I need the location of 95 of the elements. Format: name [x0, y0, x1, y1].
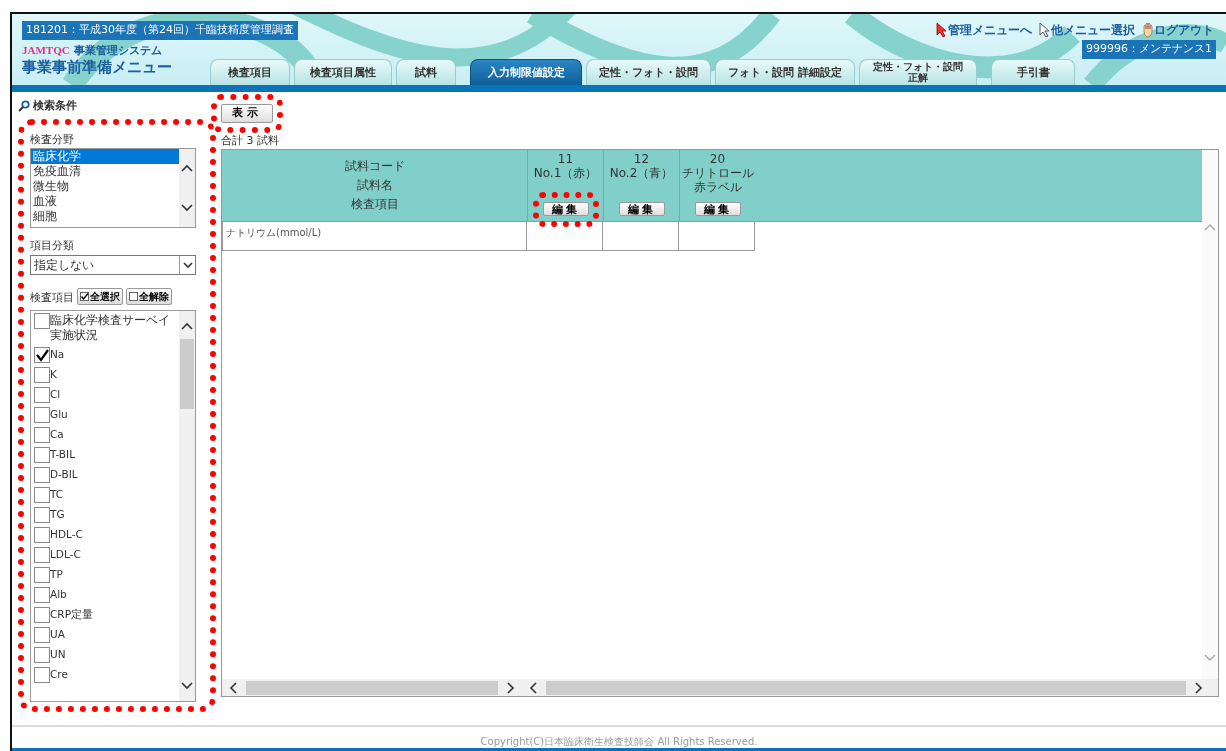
sample-name: チリトロール: [681, 166, 754, 181]
hand-icon: [1141, 22, 1154, 38]
checkbox[interactable]: [34, 567, 50, 583]
cursor-icon: [935, 22, 948, 38]
checkbox-label: TP: [50, 567, 63, 583]
edit-button[interactable]: 編集: [618, 202, 665, 217]
checkbox-label: LDL-C: [50, 547, 81, 563]
checkbox-label: K: [50, 367, 57, 383]
tab[interactable]: 定性・フォト・設問: [586, 59, 711, 85]
checkbox[interactable]: [34, 447, 50, 463]
field-label: 検査項目: [30, 289, 74, 306]
checkbox-label: Alb: [50, 587, 67, 603]
tab[interactable]: 手引書: [991, 59, 1075, 85]
checkbox-label: Ca: [50, 427, 64, 443]
brand-name: JAMTQC: [22, 44, 70, 56]
checkbox[interactable]: [34, 387, 50, 403]
sample-code: 20: [709, 153, 726, 167]
search-icon: [18, 100, 30, 113]
column-label: 試料コード: [343, 157, 406, 175]
copyright-text: Copyright(C)日本臨床衛生検査技師会 All Rights Reserved.: [480, 735, 758, 749]
checkbox-label: Cl: [50, 387, 61, 403]
checkbox-label: UA: [50, 627, 65, 643]
checkbox[interactable]: [34, 547, 50, 563]
scrollbar-thumb[interactable]: [546, 680, 1186, 695]
checkbox[interactable]: [34, 607, 50, 623]
section-title: 検索条件: [33, 98, 77, 114]
sample-name: No.2（青）: [609, 166, 674, 181]
checkbox-label: HDL-C: [50, 527, 83, 543]
menu-link[interactable]: 管理メニューへ: [935, 21, 1032, 39]
highlight-outline: [532, 192, 599, 227]
sample-code: 11: [557, 153, 574, 167]
clear-all-button[interactable]: 全解除: [125, 287, 172, 305]
edit-button[interactable]: 編集: [542, 202, 589, 217]
checkbox-label: Glu: [50, 407, 68, 423]
checkbox-label: UN: [50, 647, 66, 663]
checkbox[interactable]: [34, 487, 50, 503]
checkbox-label: CRP定量: [50, 607, 93, 623]
field-list[interactable]: 臨床化学 免疫血清 微生物 血液 細胞: [30, 148, 196, 228]
checkbox[interactable]: [34, 507, 50, 523]
sample-code: 12: [633, 153, 650, 167]
survey-title: 181201：平成30年度（第24回）千臨技精度管理調査: [22, 21, 298, 40]
table-cell: ナトリウム(mmol/L): [222, 222, 527, 251]
check-icon: [35, 348, 49, 362]
table-cell[interactable]: [527, 222, 603, 251]
list-option[interactable]: 臨床化学: [31, 149, 179, 164]
checkbox[interactable]: [34, 467, 50, 483]
tab[interactable]: 入力制限値設定: [470, 59, 582, 85]
scrollbar-thumb[interactable]: [180, 339, 194, 409]
sample-name: 赤ラベル: [693, 180, 742, 195]
column-label: 試料名: [355, 176, 394, 194]
tab[interactable]: 検査項目: [210, 59, 290, 85]
table-cell[interactable]: [679, 222, 755, 251]
checkbox[interactable]: [34, 587, 50, 603]
tab[interactable]: 定性・フォト・設問 正解: [859, 59, 977, 85]
cursor-icon: [1038, 22, 1051, 38]
sample-name: No.1（赤）: [533, 166, 598, 181]
menu-link[interactable]: 他メニュー選択: [1038, 21, 1135, 39]
system-name: 事業管理システム: [73, 44, 162, 57]
category-select[interactable]: 指定しない: [30, 254, 196, 275]
checkbox-checked-icon: [79, 291, 89, 301]
list-option[interactable]: 微生物: [31, 179, 179, 194]
checkbox[interactable]: [34, 407, 50, 423]
edit-button[interactable]: 編集: [694, 202, 741, 217]
checkbox[interactable]: [34, 527, 50, 543]
checkbox-label: Na: [50, 347, 65, 363]
select-all-button[interactable]: 全選択: [76, 287, 123, 305]
checkbox-label: TC: [50, 487, 64, 503]
field-label: 検査分野: [30, 131, 75, 148]
tab[interactable]: 試料: [396, 59, 456, 85]
checkbox-label: TG: [50, 507, 65, 523]
list-option[interactable]: 免疫血清: [31, 164, 179, 179]
highlight-outline: [211, 94, 283, 133]
checkbox-label: Cre: [50, 667, 68, 683]
total-count: 合計 3 試料: [221, 132, 280, 149]
checkbox[interactable]: [34, 367, 50, 383]
checkbox-label: D-BIL: [50, 467, 78, 483]
table-cell[interactable]: [603, 222, 679, 251]
checkbox[interactable]: [34, 647, 50, 663]
checkbox[interactable]: [34, 667, 50, 683]
display-button[interactable]: 表示: [221, 104, 273, 123]
tab[interactable]: 検査項目属性: [294, 59, 392, 85]
checkbox-icon: [128, 291, 138, 301]
scrollbar-thumb[interactable]: [246, 680, 498, 695]
user-name: 999996：メンテナンス1: [1082, 40, 1216, 59]
column-label: 検査項目: [349, 196, 400, 214]
tab[interactable]: フォト・設問 詳細設定: [715, 59, 855, 85]
list-option[interactable]: 細胞: [31, 209, 179, 224]
checkbox[interactable]: [34, 627, 50, 643]
checkbox[interactable]: [34, 347, 50, 363]
field-label: 項目分類: [30, 238, 75, 254]
checkbox-label: T-BIL: [50, 447, 75, 463]
checkbox-label: 臨床化学検査サーベイ実施状況: [50, 313, 171, 343]
list-option[interactable]: 血液: [31, 194, 179, 209]
checkbox[interactable]: [34, 313, 50, 329]
checkbox[interactable]: [34, 427, 50, 443]
